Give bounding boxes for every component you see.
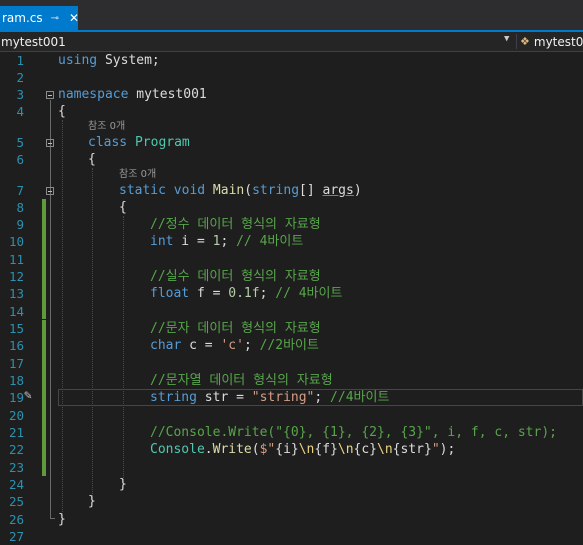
line-number: 16: [8, 338, 24, 353]
code-line: //문자 데이터 형식의 자료형: [150, 321, 321, 336]
code-line: }: [88, 494, 96, 509]
line-number: 2: [16, 70, 24, 85]
line-number: 10: [8, 234, 24, 249]
code-line: Console.Write($"{i}\n{f}\n{c}\n{str}");: [150, 442, 456, 457]
line-number: 6: [16, 152, 24, 167]
code-line: //정수 데이터 형식의 자료형: [150, 217, 321, 232]
tab-program-cs[interactable]: ram.cs ⊸ ✕: [0, 6, 79, 30]
member-dropdown[interactable]: ❖ mytest001: [520, 32, 583, 51]
line-number: 23: [8, 460, 24, 475]
code-line: float f = 0.1f; // 4바이트: [150, 286, 343, 301]
project-dropdown[interactable]: mytest001: [0, 32, 516, 51]
collapse-icon[interactable]: [46, 187, 54, 195]
line-number: 26: [8, 512, 24, 527]
code-line: //문자열 데이터 형식의 자료형: [150, 373, 333, 388]
code-line: namespace mytest001: [58, 87, 207, 102]
code-line: //실수 데이터 형식의 자료형: [150, 269, 321, 284]
code-line: string str = "string"; //4바이트: [150, 390, 390, 405]
code-line: class Program: [88, 135, 190, 150]
namespace-icon: ❖: [520, 35, 530, 48]
codelens-references[interactable]: 참조 0개: [119, 168, 156, 182]
code-line: }: [58, 512, 66, 527]
project-name: mytest001: [1, 34, 66, 49]
line-number: 12: [8, 269, 24, 284]
change-indicator: [42, 424, 46, 476]
indent-guide: [123, 216, 124, 482]
line-number: 13: [8, 286, 24, 301]
line-number: 20: [8, 408, 24, 423]
code-line: using System;: [58, 53, 160, 68]
code-editor[interactable]: 1 2 3 4 5 6 7 8 9 10 11 12 13 14 15 16 1…: [0, 52, 583, 544]
close-icon[interactable]: ✕: [69, 11, 79, 25]
line-number: 1: [16, 53, 24, 68]
codelens-references[interactable]: 참조 0개: [88, 120, 125, 134]
line-number: 11: [8, 252, 24, 267]
nav-divider: [516, 34, 517, 49]
code-line: static void Main(string[] args): [119, 183, 362, 198]
code-line: char c = 'c'; //2바이트: [150, 338, 319, 353]
change-indicator: [42, 199, 46, 319]
tab-label: ram.cs: [2, 11, 43, 25]
code-line: //Console.Write("{0}, {1}, {2}, {3}", i,…: [150, 425, 557, 440]
line-number: 18: [8, 373, 24, 388]
collapse-icon[interactable]: [46, 139, 54, 147]
fold-end: [50, 518, 55, 519]
line-number: 24: [8, 477, 24, 492]
pin-icon[interactable]: ⊸: [51, 13, 59, 24]
line-number: 17: [8, 356, 24, 371]
line-number: 7: [16, 183, 24, 198]
line-number: 21: [8, 425, 24, 440]
navigation-bar: mytest001 ▼ ❖ mytest001: [0, 32, 583, 52]
code-line: {: [119, 200, 127, 215]
line-number: 22: [8, 442, 24, 457]
chevron-down-icon[interactable]: ▼: [504, 34, 509, 44]
code-line: {: [58, 104, 66, 119]
line-number: 5: [16, 135, 24, 150]
line-number: 4: [16, 104, 24, 119]
line-number: 19: [8, 390, 24, 405]
indent-guide: [62, 120, 63, 518]
line-number: 25: [8, 494, 24, 509]
code-line: int i = 1; // 4바이트: [150, 234, 304, 249]
line-number: 14: [8, 304, 24, 319]
line-number: 9: [16, 217, 24, 232]
indent-guide: [92, 168, 93, 500]
line-number: 3: [16, 87, 24, 102]
member-name: mytest001: [533, 34, 583, 49]
change-indicator: [42, 320, 46, 424]
pencil-icon[interactable]: ✎: [24, 388, 40, 404]
line-number: 15: [8, 321, 24, 336]
code-line: {: [88, 152, 96, 167]
line-number: 8: [16, 200, 24, 215]
code-line: }: [119, 477, 127, 492]
line-number: 27: [8, 529, 24, 544]
tab-strip: ram.cs ⊸ ✕: [0, 0, 583, 30]
collapse-icon[interactable]: [46, 91, 54, 99]
fold-line: [50, 100, 51, 518]
